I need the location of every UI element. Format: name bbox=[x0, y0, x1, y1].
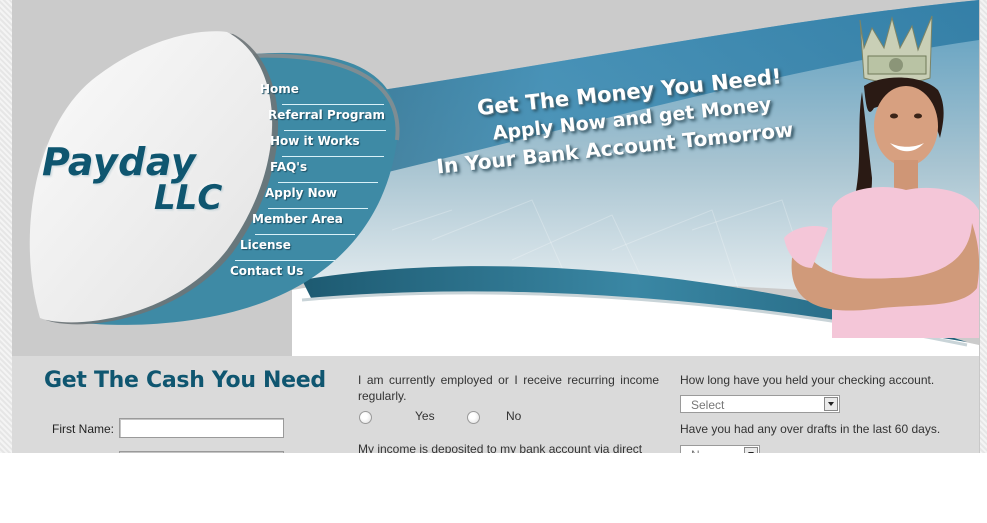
page: Payday LLC Home Referral Program How it … bbox=[12, 0, 979, 453]
nav-divider bbox=[282, 104, 384, 105]
employment-no-radio[interactable] bbox=[467, 411, 480, 424]
employment-yes-radio[interactable] bbox=[359, 411, 372, 424]
nav-divider bbox=[268, 208, 368, 209]
checking-account-question: How long have you held your checking acc… bbox=[680, 373, 935, 387]
application-form: Get The Cash You Need First Name: I am c… bbox=[12, 356, 979, 453]
employment-no-label: No bbox=[506, 409, 522, 423]
overdraft-select[interactable]: N bbox=[680, 445, 760, 453]
nav-divider bbox=[282, 156, 384, 157]
woman-with-money-crown-image bbox=[784, 15, 979, 338]
nav-apply-now[interactable]: Apply Now bbox=[265, 186, 337, 200]
checking-account-select[interactable]: Select bbox=[680, 395, 840, 413]
nav-divider bbox=[278, 182, 378, 183]
nav-how-it-works[interactable]: How it Works bbox=[270, 134, 360, 148]
first-name-input[interactable] bbox=[119, 418, 284, 438]
nav-license[interactable]: License bbox=[240, 238, 291, 252]
brand-suffix: LLC bbox=[154, 178, 223, 218]
nav-member-area[interactable]: Member Area bbox=[252, 212, 343, 226]
overdraft-question: Have you had any over drafts in the last… bbox=[680, 422, 941, 436]
nav-divider bbox=[284, 130, 386, 131]
last-name-input[interactable] bbox=[119, 451, 284, 453]
checking-account-select-value: Select bbox=[691, 398, 725, 412]
page-right-margin bbox=[979, 0, 987, 453]
brand-logo[interactable]: Payday LLC bbox=[42, 140, 222, 218]
chevron-down-icon bbox=[744, 447, 758, 453]
nav-divider bbox=[235, 260, 335, 261]
nav-contact-us[interactable]: Contact Us bbox=[230, 264, 303, 278]
nav-referral-program[interactable]: Referral Program bbox=[268, 108, 385, 122]
chevron-down-icon bbox=[824, 397, 838, 411]
employment-yes-label: Yes bbox=[415, 409, 435, 423]
header-banner: Payday LLC Home Referral Program How it … bbox=[12, 0, 979, 356]
nav-divider bbox=[255, 234, 355, 235]
first-name-label: First Name: bbox=[52, 422, 115, 436]
nav-faqs[interactable]: FAQ's bbox=[270, 160, 307, 174]
form-title: Get The Cash You Need bbox=[44, 368, 326, 393]
nav-home[interactable]: Home bbox=[260, 82, 299, 96]
overdraft-select-value: N bbox=[691, 448, 700, 453]
employment-question: I am currently employed or I receive rec… bbox=[358, 373, 659, 403]
direct-deposit-question: My income is deposited to my bank accoun… bbox=[358, 442, 643, 453]
